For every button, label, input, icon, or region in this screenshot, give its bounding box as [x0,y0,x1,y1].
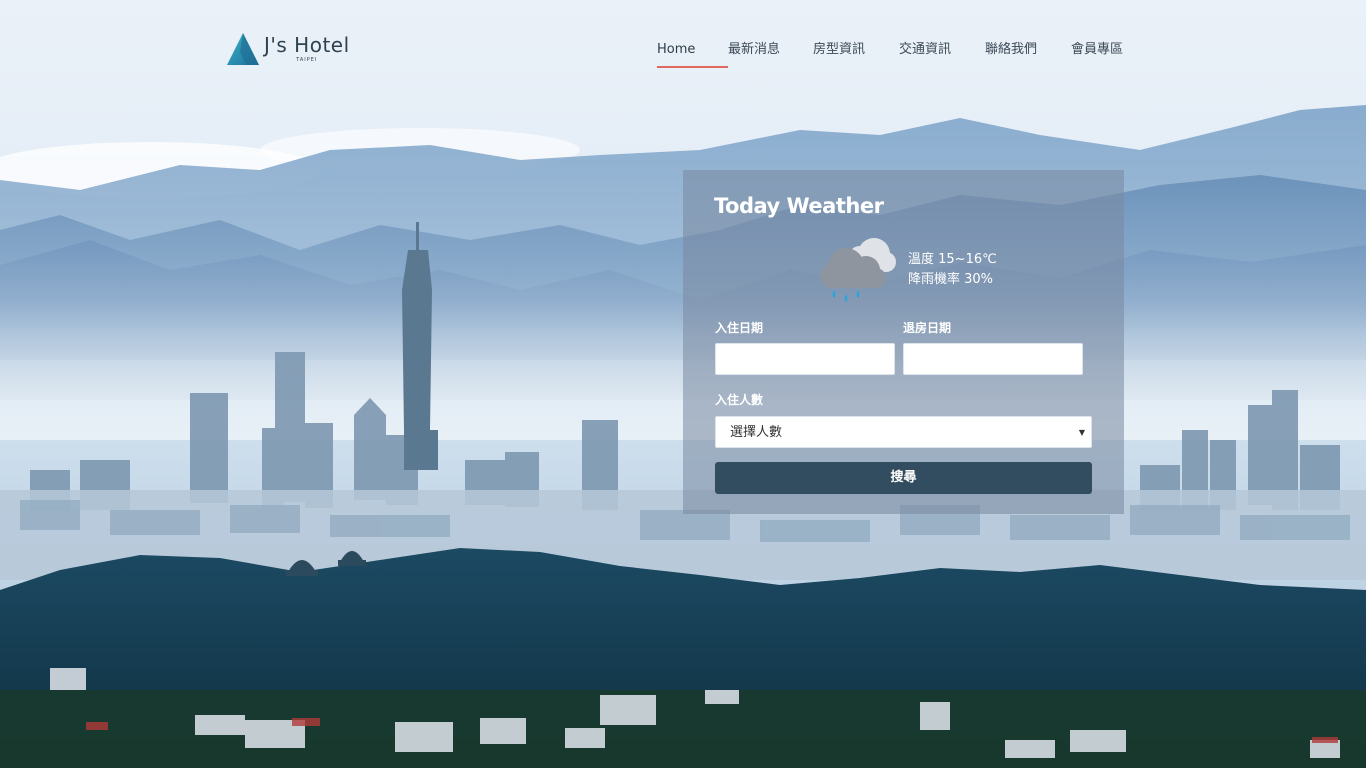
site-header: J's Hotel TAIPEI Home 最新消息 房型資訊 交通資訊 聯絡我… [0,0,1366,100]
brand-name: J's Hotel [264,33,350,57]
weather-booking-panel: Today Weather 溫度 15~16℃ 降雨機率 30% 入住日期 退房 [683,170,1124,514]
checkout-date-input[interactable] [903,343,1083,375]
nav-item-members[interactable]: 會員專區 [1071,40,1131,70]
nav-item-contact[interactable]: 聯絡我們 [985,40,1071,70]
guests-label: 入住人數 [715,393,764,407]
checkout-label: 退房日期 [903,321,952,335]
weather-title: Today Weather [714,194,884,218]
brand-subtitle: TAIPEI [296,57,318,63]
dropdown-arrow-icon: ▼ [1078,428,1085,437]
weather-info: 溫度 15~16℃ 降雨機率 30% [908,250,997,290]
nav-item-transport[interactable]: 交通資訊 [899,40,985,70]
brand-logo[interactable]: J's Hotel TAIPEI [226,32,350,66]
search-button[interactable]: 搜尋 [715,462,1092,494]
nav-item-news[interactable]: 最新消息 [728,40,813,70]
nav-item-home[interactable]: Home [657,40,728,70]
weather-temperature: 溫度 15~16℃ [908,252,997,267]
checkin-date-input[interactable] [715,343,895,375]
guests-select-value: 選擇人數 [730,425,783,440]
guests-select[interactable]: 選擇人數 ▼ [715,416,1092,448]
checkin-label: 入住日期 [715,321,764,335]
main-nav: Home 最新消息 房型資訊 交通資訊 聯絡我們 會員專區 [657,40,1131,70]
weather-rain-chance: 降雨機率 30% [908,272,994,287]
mountain-logo-icon [227,33,259,65]
rain-cloud-icon [820,238,896,302]
nav-item-rooms[interactable]: 房型資訊 [813,40,899,70]
